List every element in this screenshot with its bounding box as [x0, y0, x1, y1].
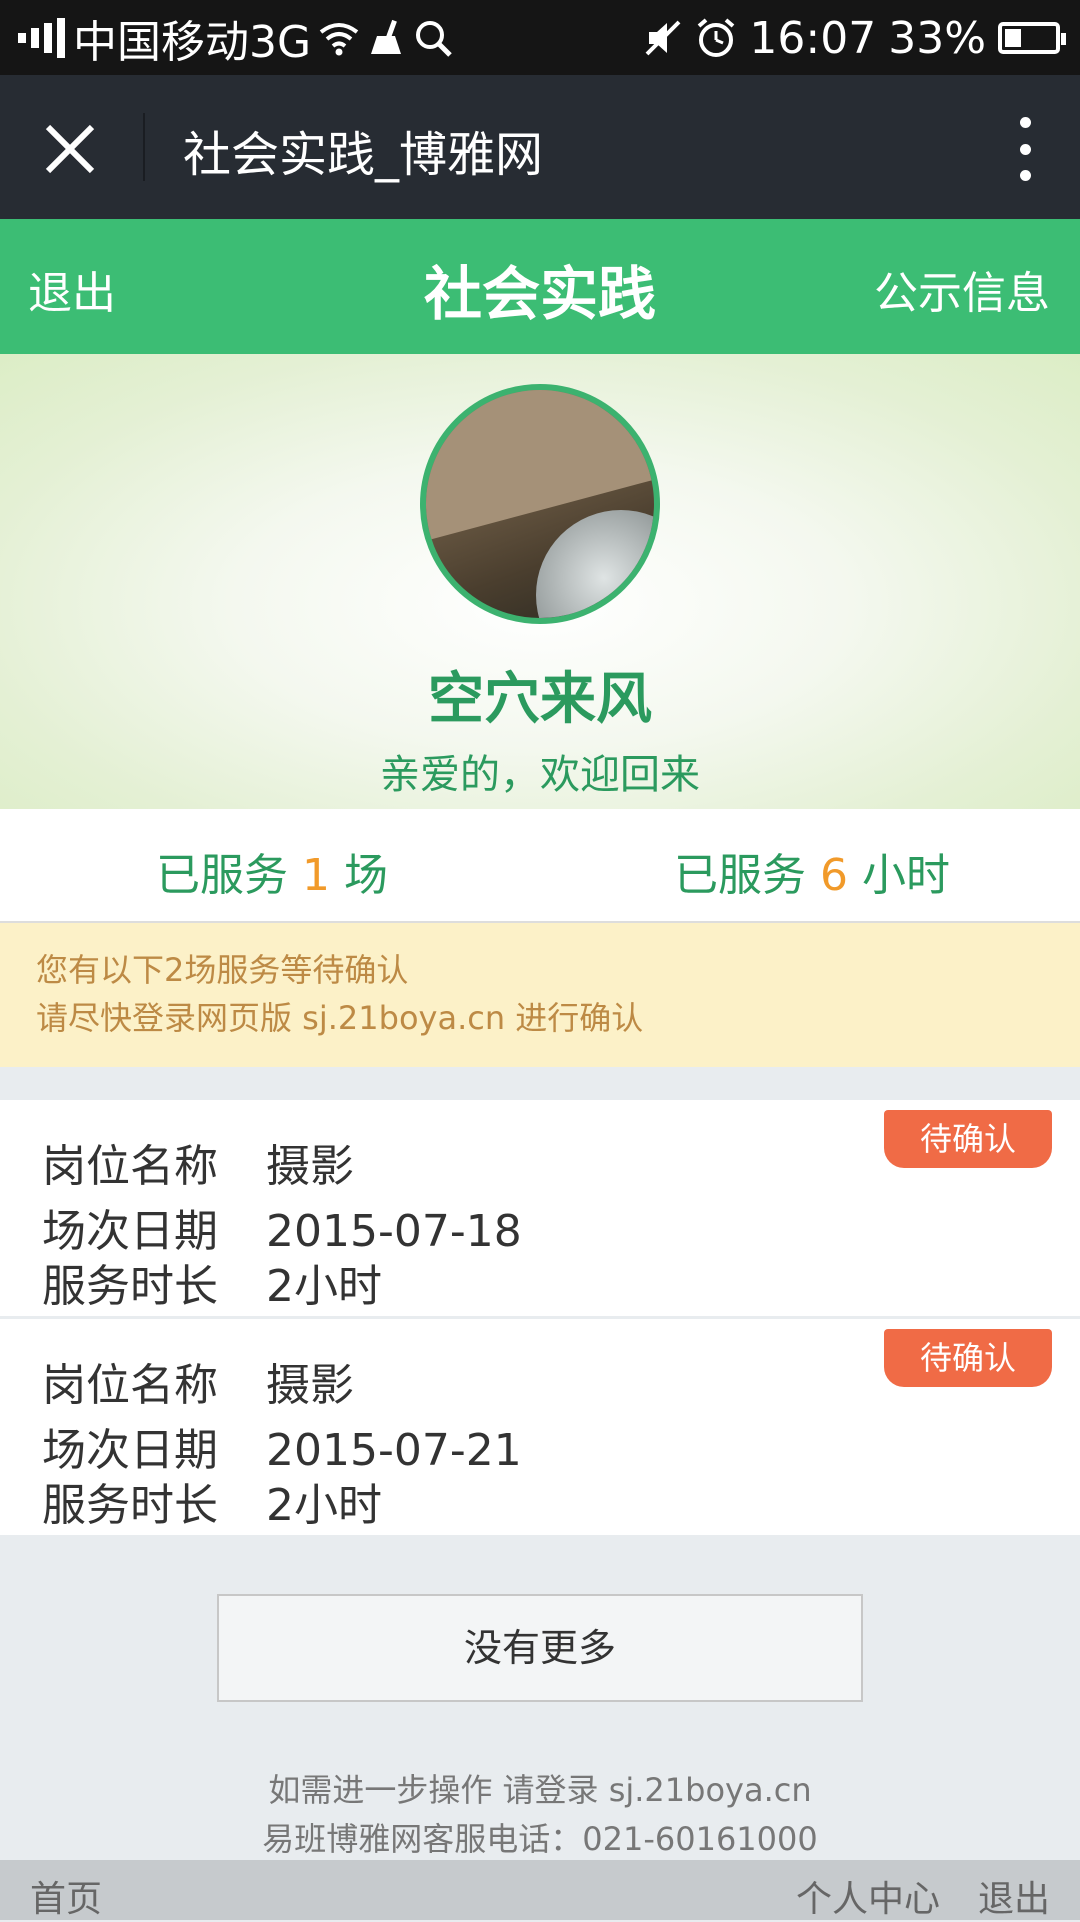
- stat-prefix: 已服务: [156, 850, 302, 901]
- app-header: 退出 社会实践 公示信息: [0, 219, 1080, 354]
- close-icon[interactable]: [38, 117, 102, 181]
- alarm-icon: [695, 17, 737, 59]
- status-badge: 待确认: [884, 1329, 1052, 1387]
- record-label: 岗位名称: [42, 1360, 218, 1411]
- title-divider: [143, 113, 145, 181]
- stat-prefix: 已服务: [674, 850, 820, 901]
- signal-icon: [18, 17, 65, 59]
- footer-phone: 易班博雅网客服电话：021-60161000: [262, 1820, 818, 1858]
- nav-exit[interactable]: 退出: [978, 1870, 1050, 1922]
- search-icon: [413, 18, 453, 58]
- bottom-nav: 首页 个人中心 退出: [0, 1860, 1080, 1920]
- stat-suffix: 场: [330, 850, 388, 901]
- wifi-icon: [319, 18, 359, 58]
- battery-percent: 33%: [888, 12, 986, 64]
- nav-home[interactable]: 首页: [30, 1870, 102, 1922]
- record-row: 岗位名称 摄影: [42, 1349, 354, 1413]
- service-record[interactable]: 岗位名称 摄影 场次日期 2015-07-21 服务时长 2小时 待确认: [0, 1319, 1080, 1535]
- carrier-label: 中国移动3G: [73, 17, 312, 68]
- stat-value: 6: [820, 850, 848, 901]
- record-row: 岗位名称 摄影: [42, 1130, 354, 1194]
- public-info-link[interactable]: 公示信息: [874, 257, 1050, 321]
- stat-suffix: 小时: [848, 850, 950, 901]
- record-value: 2小时: [266, 1480, 382, 1531]
- welcome-text: 亲爱的，欢迎回来: [380, 752, 700, 798]
- profile-hero: 空穴来风 亲爱的，欢迎回来: [0, 354, 1080, 809]
- status-bar: 中国移动3G 16:07 33%: [0, 0, 1080, 75]
- notice-line: 您有以下2场服务等待确认: [36, 951, 409, 989]
- mute-icon: [643, 18, 683, 58]
- clock: 16:07: [749, 12, 877, 64]
- clean-icon: [367, 18, 405, 58]
- avatar[interactable]: [420, 384, 660, 624]
- record-label: 岗位名称: [42, 1141, 218, 1192]
- record-value: 摄影: [266, 1141, 354, 1192]
- title-bar: 社会实践_博雅网: [0, 75, 1080, 219]
- status-badge: 待确认: [884, 1110, 1052, 1168]
- stat-hours: 已服务 6 小时: [674, 839, 950, 903]
- record-label: 服务时长: [42, 1480, 218, 1531]
- user-name: 空穴来风: [428, 667, 652, 732]
- no-more-button[interactable]: 没有更多: [217, 1594, 863, 1702]
- record-value: 摄影: [266, 1360, 354, 1411]
- notice-line: 请尽快登录网页版 sj.21boya.cn 进行确认: [36, 999, 644, 1037]
- record-value: 2小时: [266, 1261, 382, 1312]
- footer-login-hint: 如需进一步操作 请登录 sj.21boya.cn: [268, 1771, 812, 1809]
- record-row: 服务时长 2小时: [42, 1250, 382, 1314]
- pending-notice: 您有以下2场服务等待确认 请尽快登录网页版 sj.21boya.cn 进行确认: [0, 923, 1080, 1067]
- more-icon[interactable]: [1010, 117, 1040, 181]
- record-row: 服务时长 2小时: [42, 1469, 382, 1533]
- battery-icon: [998, 22, 1066, 54]
- nav-personal-center[interactable]: 个人中心: [796, 1870, 940, 1922]
- stat-sessions: 已服务 1 场: [156, 839, 388, 903]
- service-record[interactable]: 岗位名称 摄影 场次日期 2015-07-18 服务时长 2小时 待确认: [0, 1100, 1080, 1316]
- record-label: 服务时长: [42, 1261, 218, 1312]
- service-stats: 已服务 1 场 已服务 6 小时: [0, 809, 1080, 923]
- stat-value: 1: [302, 850, 330, 901]
- page-title: 社会实践_博雅网: [183, 127, 544, 183]
